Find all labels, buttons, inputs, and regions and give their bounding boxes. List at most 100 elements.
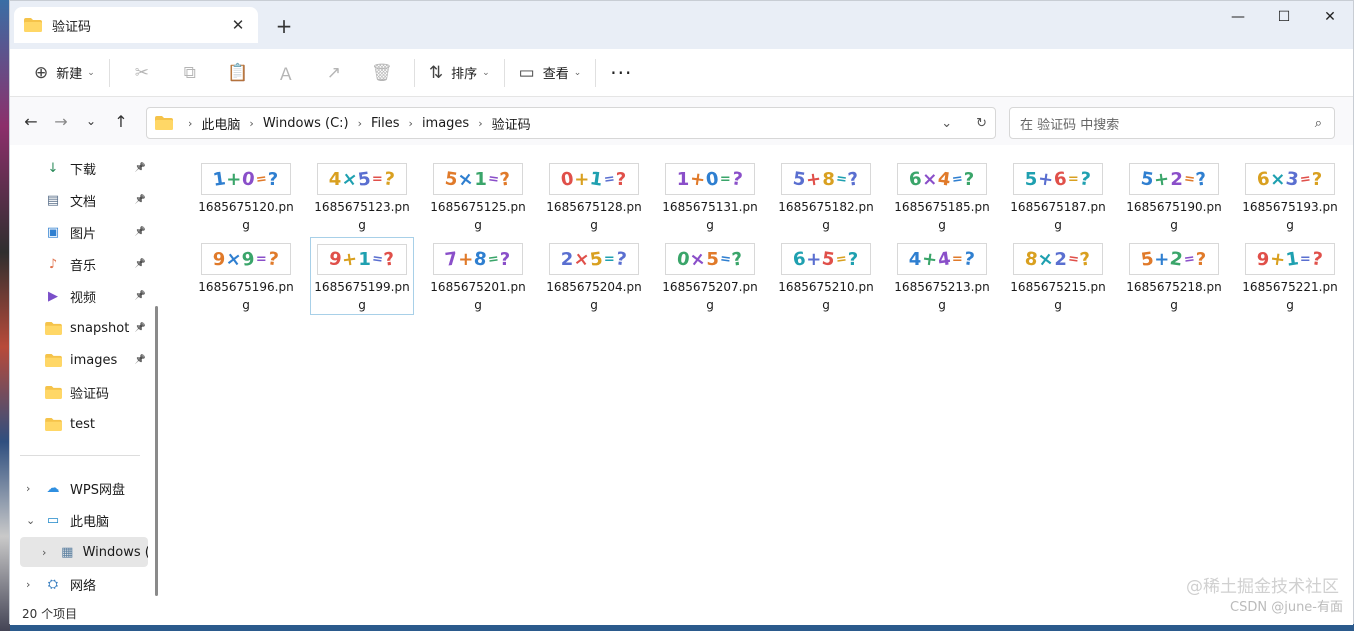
file-item[interactable]: 0 +1 =? 1685675128.png [542,157,646,235]
folder-icon [44,384,62,400]
file-name: 1685675196.png [198,280,294,312]
paste-button[interactable]: 📋 [214,57,262,89]
sidebar-item-label: 音乐 [70,258,97,274]
file-item[interactable]: 8 × 2 =? 1685675215.png [1006,237,1110,315]
file-name: 1685675199.png [314,280,410,312]
file-item[interactable]: 4 +4 =? 1685675213.png [890,237,994,315]
maximize-button[interactable]: ☐ [1261,1,1307,33]
file-item[interactable]: 9 +1 =? 1685675221.png [1238,237,1342,315]
sidebar-item-视频[interactable]: ▶ 视频 📌 [20,281,148,311]
drive-icon: ▦ [61,544,74,560]
file-item[interactable]: 5 +8 =? 1685675182.png [774,157,878,235]
breadcrumb-this-pc[interactable]: 此电脑 [201,114,240,133]
file-item[interactable]: 9 +1 =? 1685675199.png [310,237,414,315]
back-arrow-icon[interactable]: ← [16,112,46,131]
file-item[interactable]: 5 +2 =? 1685675190.png [1122,157,1226,235]
cut-button[interactable]: ✂ [118,57,166,89]
file-item[interactable]: 5 +2 =? 1685675218.png [1122,237,1226,315]
chevron-down-icon[interactable]: ⌄ [26,514,35,527]
breadcrumb-captcha[interactable]: 验证码 [492,114,531,133]
chevron-right-icon: › [357,116,362,130]
search-placeholder: 在 验证码 中搜索 [1020,117,1120,133]
sidebar-location-Windows (C:[interactable]: › ▦ Windows (C: [20,537,148,567]
sidebar-location-网络[interactable]: › ⛭ 网络 [20,569,148,599]
folder-icon [44,352,62,368]
file-name: 1685675215.png [1010,280,1106,312]
pin-icon: 📌 [134,355,146,365]
file-name: 1685675128.png [546,200,642,232]
search-icon[interactable]: ⌕ [1315,116,1322,131]
more-options-button[interactable]: ··· [604,57,638,89]
copy-button[interactable]: ⧉ [166,57,214,89]
file-item[interactable]: 1 +0 =? 1685675131.png [658,157,762,235]
file-item[interactable]: 5 +6 =? 1685675187.png [1006,157,1110,235]
image-thumbnail: 4 +4 =? [897,243,987,275]
image-thumbnail: 9 +1 =? [317,244,407,275]
view-button[interactable]: ▭ 查看 ⌄ [513,57,588,89]
file-item[interactable]: 1 +0 =? 1685675120.png [194,157,298,235]
file-name: 1685675201.png [430,280,526,312]
sidebar-item-图片[interactable]: ▣ 图片 📌 [20,217,148,247]
chevron-right-icon[interactable]: › [26,482,30,495]
image-thumbnail: 5 +2 =? [1129,163,1219,195]
toolbar-divider [595,58,597,87]
up-arrow-icon[interactable]: ↑ [106,112,136,131]
sidebar-item-images[interactable]: images 📌 [20,345,148,375]
breadcrumb-images[interactable]: images [422,116,469,131]
file-item[interactable]: 6 × 3 =? 1685675193.png [1238,157,1342,235]
chevron-down-icon: ⌄ [87,67,95,78]
share-button[interactable]: ↗ [310,57,358,89]
sidebar-item-验证码[interactable]: 验证码 [20,377,148,407]
sort-button[interactable]: ⇅ 排序 ⌄ [423,57,496,89]
chevron-right-icon[interactable]: › [42,546,46,559]
address-dropdown-icon[interactable]: ⌄ [941,116,952,131]
tab-captcha[interactable]: 验证码 ✕ [14,7,258,43]
forward-arrow-icon[interactable]: → [46,112,76,131]
file-item[interactable]: 7 +8 =? 1685675201.png [426,237,530,315]
file-name: 1685675190.png [1126,200,1222,232]
file-item[interactable]: 6 +5 =? 1685675210.png [774,237,878,315]
sidebar-location-label: 此电脑 [70,514,110,530]
breadcrumb-files[interactable]: Files [371,116,400,131]
title-bar: 验证码 ✕ + — ☐ ✕ [10,1,1353,49]
delete-button[interactable]: 🗑 [358,57,406,89]
file-item[interactable]: 4 × 5 =? 1685675123.png [310,157,414,235]
sidebar-item-文档[interactable]: ▤ 文档 📌 [20,185,148,215]
new-tab-button[interactable]: + [272,14,296,38]
music-icon: ♪ [48,256,58,272]
minimize-button[interactable]: — [1215,1,1261,33]
file-item[interactable]: 6 × 4 =? 1685675185.png [890,157,994,235]
chevron-right-icon[interactable]: › [26,578,30,591]
pin-icon: 📌 [134,227,146,237]
sidebar-item-下载[interactable]: ↓ 下载 📌 [20,153,148,183]
sidebar-item-音乐[interactable]: ♪ 音乐 📌 [20,249,148,279]
rename-button[interactable]: Ａ [262,57,310,89]
sidebar-scrollbar[interactable] [155,306,158,596]
navigation-pane: ↓ 下载 📌 ▤ 文档 📌 ▣ 图片 📌 ♪ 音乐 📌 ▶ 视频 📌 snapshot 📌 images 📌 验证码 t… [10,147,150,601]
file-item[interactable]: 0 × 5 =? 1685675207.png [658,237,762,315]
sidebar-location-label: Windows (C: [82,544,148,560]
file-name: 1685675207.png [662,280,758,312]
image-thumbnail: 1 +0 =? [201,163,291,195]
folder-icon [44,416,62,432]
breadcrumb-windows-c[interactable]: Windows (C:) [263,116,349,131]
recent-chevron-icon[interactable]: ⌄ [76,114,106,128]
sidebar-item-label: 下载 [70,162,97,178]
sidebar-item-snapshot[interactable]: snapshot 📌 [20,313,148,343]
sidebar-item-test[interactable]: test [20,409,148,439]
image-thumbnail: 5 +6 =? [1013,163,1103,195]
refresh-icon[interactable]: ↻ [976,116,987,131]
file-item[interactable]: 9 × 9 =? 1685675196.png [194,237,298,315]
file-name: 1685675193.png [1242,200,1338,232]
image-thumbnail: 6 +5 =? [781,243,871,275]
sidebar-location-WPS网盘[interactable]: › ☁ WPS网盘 [20,473,148,503]
search-box[interactable]: 在 验证码 中搜索 ⌕ [1009,107,1335,139]
tab-close-icon[interactable]: ✕ [228,16,248,34]
close-button[interactable]: ✕ [1307,1,1353,33]
address-bar[interactable]: › 此电脑 › Windows (C:) › Files › images › … [146,107,996,139]
file-item[interactable]: 2 × 5 =? 1685675204.png [542,237,646,315]
sidebar-item-label: images [70,352,118,368]
sidebar-location-此电脑[interactable]: ⌄ ▭ 此电脑 [20,505,148,535]
new-button[interactable]: ⊕ 新建 ⌄ [28,57,101,89]
file-item[interactable]: 5 × 1 =? 1685675125.png [426,157,530,235]
